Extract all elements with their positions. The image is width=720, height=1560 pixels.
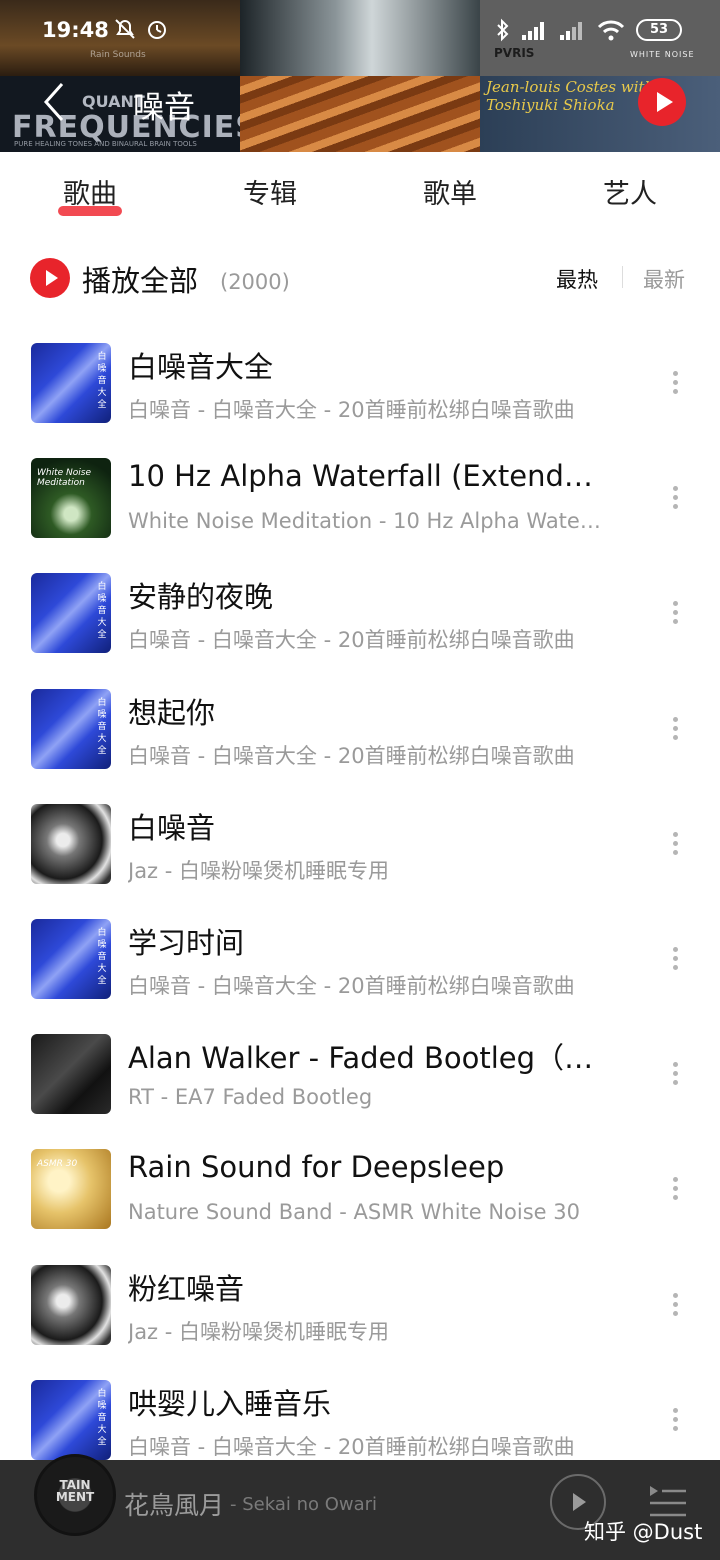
cover-text: 白噪音大全	[97, 697, 107, 756]
song-title: 想起你	[128, 695, 216, 730]
battery-indicator: 53	[636, 19, 683, 41]
album-disc[interactable]: TAIN MENT	[34, 1454, 116, 1536]
more-options-icon[interactable]	[664, 483, 686, 517]
disc-text: TAIN MENT	[55, 1478, 95, 1504]
song-row[interactable]: 白噪音大全 安静的夜晚 白噪音 - 白噪音大全 - 20首睡前松绑白噪音歌曲	[0, 558, 720, 673]
tab-albums[interactable]: 专辑	[210, 172, 330, 211]
more-options-icon[interactable]	[664, 1174, 686, 1208]
status-icons-left	[112, 16, 170, 42]
album-cover[interactable]: 白噪音大全	[31, 918, 111, 999]
song-row[interactable]: ASMR 30 Rain Sound for Deepsleep Nature …	[0, 1134, 720, 1249]
album-cover[interactable]	[31, 803, 111, 884]
cover-text: WHITE NOISE	[630, 50, 695, 59]
more-options-icon[interactable]	[664, 1290, 686, 1324]
signal-hd-icon	[560, 22, 582, 40]
album-cover[interactable]: 白噪音大全	[31, 688, 111, 769]
sort-new-button[interactable]: 最新	[643, 264, 685, 294]
tab-songs[interactable]: 歌曲	[30, 172, 150, 211]
header-play-button[interactable]	[638, 78, 686, 126]
more-options-icon[interactable]	[664, 1059, 686, 1093]
album-cover[interactable]: White Noise Meditation	[31, 458, 111, 539]
bluetooth-icon	[497, 18, 509, 42]
album-cover[interactable]: 白噪音大全	[31, 343, 111, 423]
more-options-icon[interactable]	[664, 368, 686, 402]
now-playing-artist: - Sekai no Owari	[230, 1494, 378, 1515]
now-playing-title: 花鳥風月	[124, 1491, 225, 1520]
chevron-left-icon	[43, 83, 64, 121]
cover-text: 白噪音大全	[97, 927, 107, 986]
song-subtitle: Jaz - 白噪粉噪煲机睡眠专用	[128, 858, 390, 883]
song-row[interactable]: 白噪音 Jaz - 白噪粉噪煲机睡眠专用	[0, 789, 720, 904]
category-tabs: 歌曲 专辑 歌单 艺人	[0, 152, 720, 236]
album-cover[interactable]: 白噪音大全	[31, 1379, 111, 1460]
song-row[interactable]: 白噪音大全 学习时间 白噪音 - 白噪音大全 - 20首睡前松绑白噪音歌曲	[0, 904, 720, 1019]
album-cover[interactable]	[31, 1034, 111, 1115]
play-all-label[interactable]: 播放全部	[82, 258, 198, 300]
album-cover[interactable]: ASMR 30	[31, 1149, 111, 1230]
more-options-icon[interactable]	[664, 598, 686, 632]
song-subtitle: RT - EA7 Faded Bootleg	[128, 1085, 373, 1110]
watermark: 知乎 @Dust	[584, 1520, 703, 1544]
song-subtitle: 白噪音 - 白噪音大全 - 20首睡前松绑白噪音歌曲	[128, 743, 575, 768]
tab-artists[interactable]: 艺人	[570, 172, 690, 211]
play-all-row[interactable]: 播放全部 (2000) 最热 最新	[0, 238, 720, 322]
song-subtitle: 白噪音 - 白噪音大全 - 20首睡前松绑白噪音歌曲	[128, 973, 575, 998]
page-title: 噪音	[133, 90, 195, 126]
cover-text: PURE HEALING TONES AND BINAURAL BRAIN TO…	[14, 140, 197, 148]
song-title: 10 Hz Alpha Waterfall (Extended Mix)	[128, 459, 610, 494]
header-banner: Rain Sounds PVRIS WHITE NOISE QUANT FREQ…	[0, 0, 720, 152]
sort-hot-button[interactable]: 最热	[556, 264, 598, 294]
more-options-icon[interactable]	[664, 714, 686, 748]
cover-text: PVRIS	[494, 46, 535, 60]
song-title: 白噪音	[128, 810, 216, 845]
song-title: 哄婴儿入睡音乐	[128, 1386, 332, 1421]
status-time: 19:48	[42, 18, 109, 42]
more-options-icon[interactable]	[664, 1405, 686, 1439]
cover-text: 白噪音大全	[97, 352, 107, 410]
song-subtitle: 白噪音 - 白噪音大全 - 20首睡前松绑白噪音歌曲	[128, 398, 575, 422]
signal-icon	[522, 22, 544, 40]
song-list: 白噪音大全 白噪音大全 白噪音 - 白噪音大全 - 20首睡前松绑白噪音歌曲 W…	[0, 328, 720, 1480]
status-icons-right: 53	[496, 18, 683, 42]
song-subtitle: 白噪音 - 白噪音大全 - 20首睡前松绑白噪音歌曲	[128, 628, 575, 653]
mini-player[interactable]: TAIN MENT 花鳥風月 - Sekai no Owari 知乎 @Dust	[0, 1454, 720, 1560]
song-title: 学习时间	[128, 925, 245, 960]
alarm-icon	[148, 21, 166, 39]
album-cover[interactable]	[31, 1264, 111, 1345]
back-button[interactable]	[36, 80, 76, 124]
cover-text: ASMR 30	[37, 1159, 78, 1170]
song-row[interactable]: 白噪音大全 想起你 白噪音 - 白噪音大全 - 20首睡前松绑白噪音歌曲	[0, 674, 720, 789]
song-title: Alan Walker - Faded Bootleg（white noise）	[128, 1041, 610, 1076]
play-icon	[657, 92, 673, 112]
song-row[interactable]: 白噪音大全 白噪音大全 白噪音 - 白噪音大全 - 20首睡前松绑白噪音歌曲	[0, 328, 720, 443]
song-subtitle: Jaz - 白噪粉噪煲机睡眠专用	[128, 1319, 390, 1344]
cover-tile	[240, 0, 480, 76]
song-subtitle: Nature Sound Band - ASMR White Noise 30	[128, 1200, 581, 1225]
sort-divider	[622, 266, 623, 288]
song-subtitle: White Noise Meditation - 10 Hz Alpha Wat…	[128, 509, 606, 534]
mute-icon	[115, 19, 135, 39]
song-row[interactable]: White Noise Meditation 10 Hz Alpha Water…	[0, 443, 720, 558]
more-options-icon[interactable]	[664, 944, 686, 978]
play-all-icon[interactable]	[30, 258, 70, 298]
cover-text: 白噪音大全	[97, 582, 107, 641]
cover-tile	[240, 76, 480, 152]
cover-text: Rain Sounds	[90, 50, 146, 60]
album-cover[interactable]: 白噪音大全	[31, 573, 111, 654]
cover-text: 白噪音大全	[97, 1388, 107, 1447]
wifi-icon	[597, 20, 625, 41]
cover-text: White Noise Meditation	[37, 468, 91, 489]
song-title: 安静的夜晚	[128, 580, 274, 615]
song-count: (2000)	[220, 270, 290, 294]
song-row[interactable]: Alan Walker - Faded Bootleg（white noise）…	[0, 1019, 720, 1134]
song-title: 粉红噪音	[128, 1271, 245, 1306]
song-title: Rain Sound for Deepsleep	[128, 1150, 505, 1185]
song-row[interactable]: 粉红噪音 Jaz - 白噪粉噪煲机睡眠专用	[0, 1250, 720, 1365]
song-subtitle: 白噪音 - 白噪音大全 - 20首睡前松绑白噪音歌曲	[128, 1434, 575, 1459]
song-title: 白噪音大全	[128, 350, 274, 384]
tab-playlists[interactable]: 歌单	[390, 172, 510, 211]
more-options-icon[interactable]	[664, 829, 686, 863]
